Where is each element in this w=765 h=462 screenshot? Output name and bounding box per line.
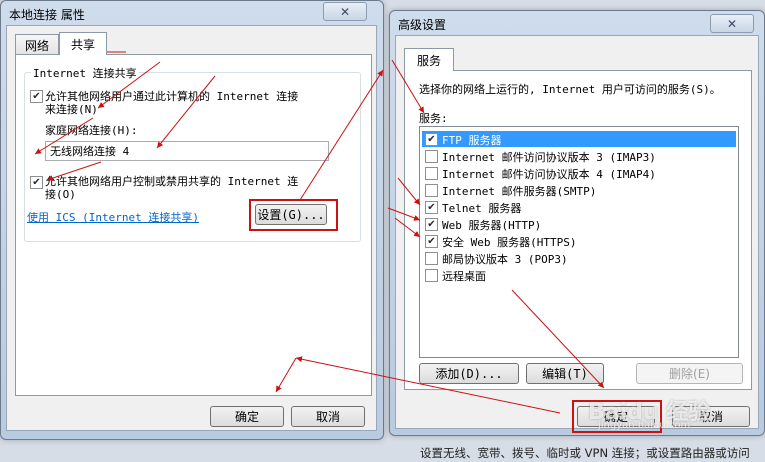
service-checkbox[interactable] (425, 150, 438, 163)
service-item[interactable]: 邮局协议版本 3 (POP3) (422, 250, 736, 266)
tab-network[interactable]: 网络 (15, 34, 59, 55)
service-item[interactable]: Internet 邮件服务器(SMTP) (422, 182, 736, 198)
check-icon: ✔ (427, 201, 436, 213)
service-label: Web 服务器(HTTP) (442, 219, 542, 232)
service-checkbox[interactable] (425, 167, 438, 180)
close-icon: ✕ (726, 16, 738, 31)
tab-label: 共享 (70, 37, 95, 52)
service-checkbox[interactable] (425, 252, 438, 265)
edit-service-button[interactable]: 编辑(T) (526, 363, 604, 384)
tab-label: 网络 (24, 38, 49, 53)
service-label: Internet 邮件服务器(SMTP) (442, 185, 597, 198)
service-label: Internet 邮件访问协议版本 3 (IMAP3) (442, 151, 656, 164)
home-network-label: 家庭网络连接(H): (45, 124, 138, 137)
tab-services[interactable]: 服务 (404, 48, 454, 71)
service-checkbox[interactable]: ✔ (425, 218, 438, 231)
ics-group-title: Internet 连接共享 (31, 65, 139, 81)
ics-help-link[interactable]: 使用 ICS (Internet 连接共享) (27, 209, 199, 225)
tab-label: 服务 (416, 53, 441, 68)
service-checkbox[interactable] (425, 269, 438, 282)
allow-control-label-cont: 接(O) (45, 188, 76, 201)
background-status-text: 设置无线、宽带、拨号、临时或 VPN 连接；或设置路由器或访问 (420, 446, 750, 460)
dialog-client: 服务 选择你的网络上运行的, Internet 用户可访问的服务(S)。 服务:… (395, 35, 759, 433)
service-checkbox[interactable]: ✔ (425, 235, 438, 248)
service-label: 远程桌面 (442, 270, 486, 283)
service-label: 安全 Web 服务器(HTTPS) (442, 236, 577, 249)
check-icon: ✔ (427, 235, 436, 247)
close-button[interactable]: ✕ (710, 14, 754, 33)
check-icon: ✔ (427, 133, 436, 145)
service-checkbox[interactable]: ✔ (425, 201, 438, 214)
local-connection-properties-window: 本地连接 属性 ✕ 网络 共享 Internet 连接共享 ✔ 允许其他网络用户… (0, 0, 384, 440)
close-button[interactable]: ✕ (323, 2, 367, 21)
service-item[interactable]: Internet 邮件访问协议版本 3 (IMAP3) (422, 148, 736, 164)
settings-button[interactable]: 设置(G)... (255, 204, 327, 225)
ics-groupbox: Internet 连接共享 ✔ 允许其他网络用户通过此计算机的 Internet… (24, 65, 361, 242)
ok-button[interactable]: 确定 (210, 406, 284, 427)
watermark-url: jingyan.baidu.com (598, 420, 691, 431)
check-icon: ✔ (427, 218, 436, 230)
service-label: 邮局协议版本 3 (POP3) (442, 253, 568, 266)
service-item[interactable]: ✔ FTP 服务器 (422, 131, 736, 147)
cancel-button[interactable]: 取消 (291, 406, 365, 427)
service-item[interactable]: ✔ Telnet 服务器 (422, 199, 736, 215)
services-panel: 选择你的网络上运行的, Internet 用户可访问的服务(S)。 服务: ✔ F… (404, 70, 752, 390)
allow-connect-checkbox[interactable]: ✔ (30, 90, 43, 103)
close-icon: ✕ (339, 4, 351, 19)
service-label: Internet 邮件访问协议版本 4 (IMAP4) (442, 168, 656, 181)
services-list[interactable]: ✔ FTP 服务器 Internet 邮件访问协议版本 3 (IMAP3) Inter… (419, 126, 739, 358)
service-checkbox[interactable]: ✔ (425, 133, 438, 146)
service-item[interactable]: 远程桌面 (422, 267, 736, 283)
allow-control-checkbox[interactable]: ✔ (30, 176, 43, 189)
service-item[interactable]: ✔ Web 服务器(HTTP) (422, 216, 736, 232)
allow-connect-label-cont: 来连接(N) (45, 103, 98, 116)
service-label: Telnet 服务器 (442, 202, 522, 215)
delete-service-button: 删除(E) (636, 363, 743, 384)
services-label: 服务: (419, 112, 448, 125)
service-checkbox[interactable] (425, 184, 438, 197)
check-icon: ✔ (32, 90, 41, 102)
advanced-settings-window: 高级设置 ✕ 服务 选择你的网络上运行的, Internet 用户可访问的服务(… (389, 10, 765, 436)
sharing-panel: Internet 连接共享 ✔ 允许其他网络用户通过此计算机的 Internet… (15, 54, 372, 396)
add-service-button[interactable]: 添加(D)... (419, 363, 519, 384)
service-item[interactable]: Internet 邮件访问协议版本 4 (IMAP4) (422, 165, 736, 181)
dialog-client: 网络 共享 Internet 连接共享 ✔ 允许其他网络用户通过此计算机的 In… (6, 25, 377, 431)
check-icon: ✔ (32, 176, 41, 188)
service-item[interactable]: ✔ 安全 Web 服务器(HTTPS) (422, 233, 736, 249)
allow-control-label: 允许其他网络用户控制或禁用共享的 Internet 连 (45, 175, 299, 188)
services-description: 选择你的网络上运行的, Internet 用户可访问的服务(S)。 (419, 83, 721, 96)
tab-sharing[interactable]: 共享 (59, 32, 107, 55)
window-title: 本地连接 属性 (9, 8, 85, 22)
window-title: 高级设置 (398, 18, 447, 32)
service-label: FTP 服务器 (442, 134, 502, 147)
home-network-field[interactable]: 无线网络连接 4 (45, 141, 329, 161)
home-network-value: 无线网络连接 4 (50, 145, 130, 158)
edit-label: 编辑(T) (542, 367, 588, 381)
